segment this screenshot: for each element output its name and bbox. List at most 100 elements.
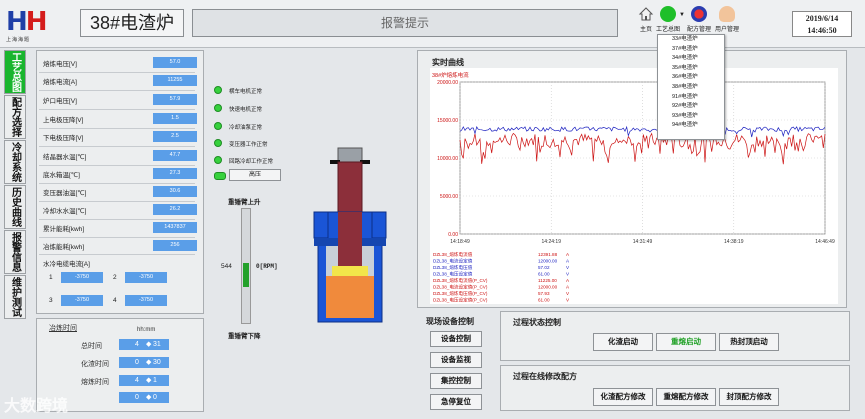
date-text: 2019/6/14	[805, 14, 839, 23]
hot-top-start-button[interactable]: 热封顶启动	[719, 333, 779, 351]
dropdown-item[interactable]: 93#电渣炉	[658, 112, 724, 122]
central-control-button[interactable]: 集控控制	[430, 373, 482, 389]
legend-name: DZL38_熔炼电流值	[433, 251, 473, 258]
legend-value: 12000.00	[538, 285, 558, 290]
legend-value: 61.00	[538, 272, 550, 277]
param-label: 熔炼电流[A]	[43, 79, 77, 86]
dropdown-item[interactable]: 37#电渣炉	[658, 45, 724, 55]
cooling-value: -3750	[125, 272, 167, 283]
nav-maintenance[interactable]: 维护测试	[4, 275, 26, 319]
recipe-button[interactable]: 配方管理	[687, 6, 711, 33]
arm-up-label: 重锤臂上升	[228, 199, 261, 206]
x-tick-label: 14:46:49	[815, 239, 835, 245]
y-tick-label: 0.00	[448, 232, 458, 238]
time-text: 14:46:50	[807, 26, 837, 35]
nav-alarm-info[interactable]: 报警信息	[4, 230, 26, 274]
cooling-value: -3750	[125, 295, 167, 306]
status-light	[214, 139, 222, 147]
dropdown-item[interactable]: 94#电渣炉	[658, 121, 724, 131]
dropdown-item[interactable]: 34#电渣炉	[658, 54, 724, 64]
device-monitor-button[interactable]: 设备监视	[430, 352, 482, 368]
slag-start-button[interactable]: 化渣启动	[593, 333, 653, 351]
device-control-button[interactable]: 设备控制	[430, 331, 482, 347]
legend-name: DZL38_电流设定值	[433, 258, 473, 265]
param-value: 26.2	[153, 204, 197, 215]
x-tick-label: 14:24:19	[542, 239, 562, 245]
legend-name: DZL38_熔炼电流值(P_CV)	[433, 277, 488, 284]
furnace-dropdown-menu[interactable]: 33#电渣炉 37#电渣炉 34#电渣炉 35#电渣炉 36#电渣炉 38#电渣…	[657, 34, 725, 140]
alarm-banner[interactable]: 报警提示	[192, 9, 618, 37]
estop-reset-button[interactable]: 急停复位	[430, 394, 482, 410]
cooling-value: -3750	[61, 295, 103, 306]
nav-history-curve[interactable]: 历史曲线	[4, 185, 26, 229]
dropdown-caret-icon[interactable]: ▼	[679, 12, 685, 18]
chart-title: 实时曲线	[432, 58, 464, 67]
cooling-title: 水冷电缆电流[A]	[43, 261, 90, 268]
legend-name: DZL38_电压设定值	[433, 271, 473, 278]
param-label: 下电极压降[V]	[43, 135, 84, 142]
company-logo: HH 上海海题	[6, 7, 48, 43]
process-button[interactable]: 工艺总图	[656, 6, 680, 33]
legend-name: DZL38_电流设定值(P_CV)	[433, 284, 488, 291]
legend-value: 12391.88	[538, 252, 558, 257]
param-label: 炉口电压[V]	[43, 98, 77, 105]
legend-value: 57.93	[538, 291, 550, 296]
param-value: 1437837	[153, 222, 197, 233]
arm-position-indicator	[243, 263, 249, 287]
arm-speed-value: 0[RPM]	[256, 263, 278, 270]
high-voltage-button[interactable]: 高压	[229, 169, 281, 181]
top-recipe-button[interactable]: 封顶配方修改	[719, 388, 779, 406]
y-tick-label: 20000.00	[437, 80, 458, 86]
param-value: 27.3	[153, 168, 197, 179]
cooling-idx: 3	[49, 297, 53, 304]
slag-recipe-button[interactable]: 化渣配方修改	[593, 388, 653, 406]
arm-position-track	[241, 208, 251, 324]
status-light	[214, 172, 226, 180]
legend-value: 61.00	[538, 298, 550, 303]
param-label: 累计能耗[kwh]	[43, 226, 85, 233]
param-label: 冷却水水温[℃]	[43, 208, 87, 215]
nav-recipe-select[interactable]: 配方选择	[4, 95, 26, 139]
param-value: 57.9	[153, 94, 197, 105]
remelt-start-button[interactable]: 重熔启动	[656, 333, 716, 351]
param-label: 上电极压降[V]	[43, 117, 84, 124]
dropdown-item[interactable]: 38#电渣炉	[658, 83, 724, 93]
melt-time-value: 4 ◆ 1	[119, 375, 169, 386]
recipe-icon	[691, 6, 707, 22]
status-light	[214, 156, 222, 164]
legend-value: 57.02	[538, 265, 550, 270]
nav-cooling-system[interactable]: 冷却系统	[4, 140, 26, 184]
dropdown-item[interactable]: 35#电渣炉	[658, 64, 724, 74]
param-label: 冶炼能耗[kwh]	[43, 244, 85, 251]
process-icon	[660, 6, 676, 22]
param-value: 47.7	[153, 150, 197, 161]
status-light	[214, 86, 222, 94]
onsite-control-title: 现场设备控制	[426, 317, 474, 326]
legend-value: 12000.00	[538, 259, 558, 264]
param-label: 熔炼电压[V]	[43, 61, 77, 68]
nav-process-overview[interactable]: 工艺总图	[4, 50, 26, 94]
dropdown-item[interactable]: 91#电渣炉	[658, 93, 724, 103]
arm-position-value: 544	[221, 263, 232, 270]
extra-time-value: 0 ◆ 0	[119, 392, 169, 403]
param-label: 变压器油温[℃]	[43, 190, 87, 197]
time-title: 冶炼时间	[49, 325, 77, 332]
dropdown-item[interactable]: 36#电渣炉	[658, 73, 724, 83]
cooling-idx: 2	[113, 274, 117, 281]
dropdown-item[interactable]: 33#电渣炉	[658, 35, 724, 45]
param-value: 1.5	[153, 113, 197, 124]
dropdown-item[interactable]: 92#电渣炉	[658, 102, 724, 112]
remelt-recipe-button[interactable]: 重熔配方修改	[656, 388, 716, 406]
user-button[interactable]: 用户管理	[715, 6, 739, 33]
total-time-value: 4 ◆ 31	[119, 339, 169, 350]
y-tick-label: 5000.00	[440, 194, 458, 200]
arm-down-label: 重锤臂下降	[228, 333, 261, 340]
param-label: 底水箱温[℃]	[43, 172, 80, 179]
cooling-idx: 4	[113, 297, 117, 304]
slag-time-value: 0 ◆ 30	[119, 357, 169, 368]
cooling-value: -3750	[61, 272, 103, 283]
datetime-display: 2019/6/14 14:46:50	[792, 11, 852, 37]
furnace-diagram	[313, 147, 387, 323]
y-tick-label: 15000.00	[437, 118, 458, 124]
user-icon	[719, 6, 735, 22]
